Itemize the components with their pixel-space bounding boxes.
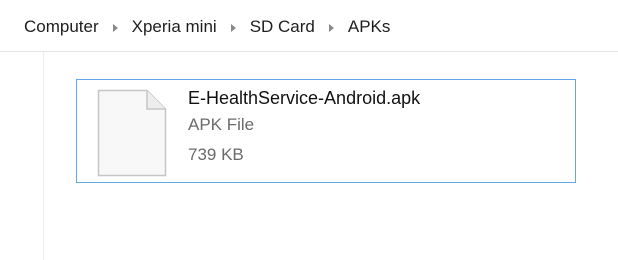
file-type: APK File [188, 115, 255, 134]
document-icon [97, 89, 167, 177]
file-list: E-HealthService-Android.apk APK File 739… [44, 52, 618, 260]
breadcrumb-item-apks[interactable]: APKs [348, 15, 391, 39]
breadcrumb-item-sd-card[interactable]: SD Card [250, 15, 315, 39]
file-item[interactable]: E-HealthService-Android.apk APK File 739… [76, 79, 576, 183]
breadcrumb: Computer Xperia mini SD Card APKs [24, 15, 390, 39]
file-size: 739 KB [188, 145, 244, 164]
breadcrumb-item-xperia-mini[interactable]: Xperia mini [132, 15, 217, 39]
chevron-right-icon[interactable] [328, 24, 334, 32]
chevron-right-icon[interactable] [112, 24, 118, 32]
file-name: E-HealthService-Android.apk [188, 88, 421, 108]
chevron-right-icon[interactable] [230, 24, 236, 32]
address-bar: Computer Xperia mini SD Card APKs [0, 0, 618, 52]
breadcrumb-item-computer[interactable]: Computer [24, 15, 99, 39]
file-details: E-HealthService-Android.apk APK File 739… [188, 86, 568, 170]
